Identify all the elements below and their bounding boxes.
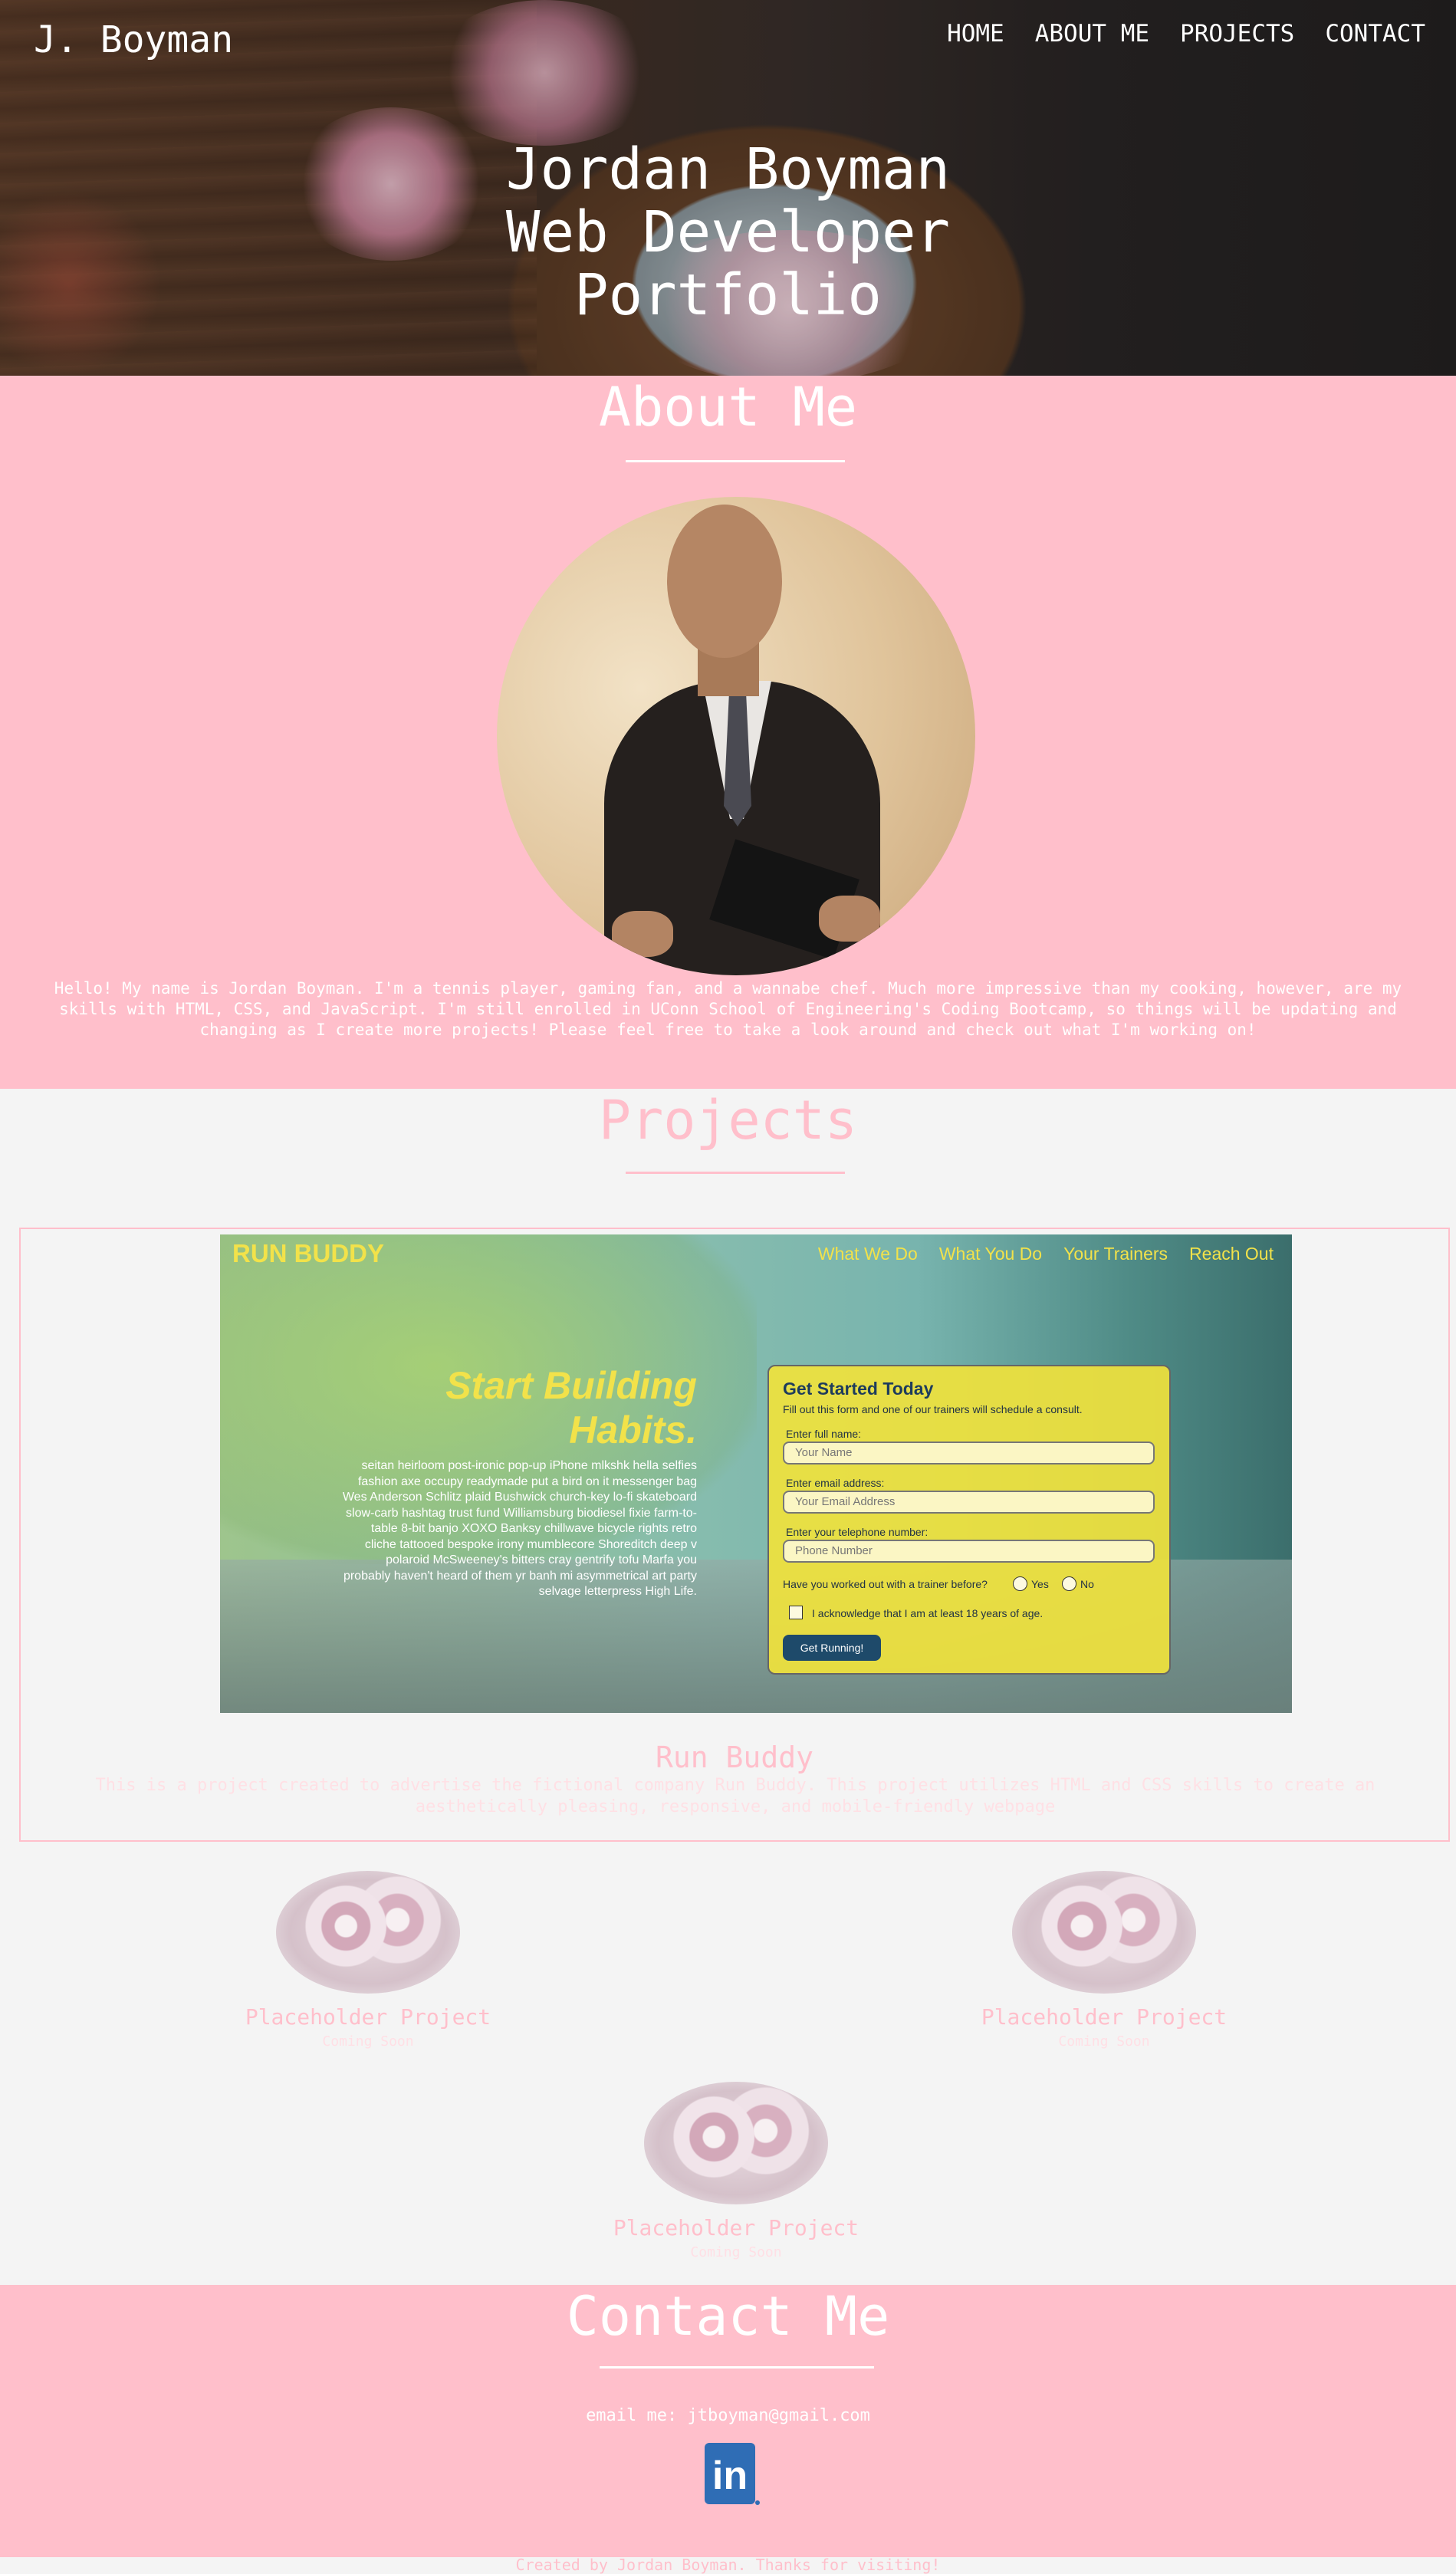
run-buddy-name-input: Your Name xyxy=(783,1442,1155,1465)
about-title: About Me xyxy=(598,376,858,439)
featured-project-name[interactable]: Run Buddy xyxy=(21,1741,1448,1774)
nav-contact[interactable]: CONTACT xyxy=(1325,20,1425,48)
run-buddy-trainer-question: Have you worked out with a trainer befor… xyxy=(783,1578,988,1590)
run-buddy-submit-button: Get Running! xyxy=(783,1635,881,1661)
contact-section: Contact Me email me: jtboyman@gmail.com … xyxy=(0,2285,1456,2557)
footer-text: Created by Jordan Boyman. Thanks for vis… xyxy=(515,2556,941,2574)
nav-about-me[interactable]: ABOUT ME xyxy=(1035,20,1149,48)
run-buddy-logo: RUN BUDDY xyxy=(232,1239,384,1267)
run-buddy-age-label: I acknowledge that I am at least 18 year… xyxy=(812,1607,1044,1619)
placeholder-project-subtitle: Coming Soon xyxy=(1058,2033,1150,2050)
hero-header: J. Boyman HOME ABOUT ME PROJECTS CONTACT… xyxy=(0,0,1456,376)
profile-photo xyxy=(497,497,975,975)
run-buddy-name-label: Enter full name: xyxy=(786,1428,862,1440)
email-link[interactable]: email me: jtboyman@gmail.com xyxy=(0,2406,1456,2425)
run-buddy-headline-line: Start Building xyxy=(445,1364,697,1407)
run-buddy-form: Get Started Today Fill out this form and… xyxy=(767,1365,1171,1675)
featured-project-card[interactable]: RUN BUDDY What We Do What You Do Your Tr… xyxy=(19,1228,1450,1842)
run-buddy-nav-item: Your Trainers xyxy=(1063,1244,1168,1264)
photo-head xyxy=(667,505,782,658)
placeholder-project-name: Placeholder Project xyxy=(613,2215,859,2240)
run-buddy-email-input: Your Email Address xyxy=(783,1491,1155,1514)
run-buddy-form-subtitle: Fill out this form and one of our traine… xyxy=(783,1403,1083,1415)
site-footer: Created by Jordan Boyman. Thanks for vis… xyxy=(0,2556,1456,2574)
placeholder-project-subtitle: Coming Soon xyxy=(690,2244,782,2260)
projects-title: Projects xyxy=(598,1089,858,1152)
hero-title: Jordan Boyman Web Developer Portfolio xyxy=(0,138,1456,327)
run-buddy-age-checkbox xyxy=(789,1606,803,1619)
main-nav: HOME ABOUT ME PROJECTS CONTACT xyxy=(947,20,1425,48)
run-buddy-radio-no-label: No xyxy=(1080,1578,1094,1590)
photo-hand xyxy=(612,911,673,957)
run-buddy-email-label: Enter email address: xyxy=(786,1477,885,1489)
placeholder-project-name: Placeholder Project xyxy=(981,2004,1228,2030)
hero-title-line: Web Developer xyxy=(505,199,951,265)
site-logo[interactable]: J. Boyman xyxy=(34,18,233,61)
nav-home[interactable]: HOME xyxy=(947,20,1004,48)
linkedin-glyph: in xyxy=(712,2454,748,2498)
run-buddy-radio-no xyxy=(1062,1576,1076,1591)
about-bio: Hello! My name is Jordan Boyman. I'm a t… xyxy=(54,979,1402,1039)
run-buddy-radio-yes xyxy=(1013,1576,1027,1591)
placeholder-project-image xyxy=(276,1871,460,1994)
placeholder-project-card[interactable]: Placeholder Project Coming Soon xyxy=(583,2082,889,2273)
nav-projects[interactable]: PROJECTS xyxy=(1180,20,1294,48)
about-section: About Me Hello! My name is Jordan Boyman… xyxy=(0,376,1456,1089)
about-divider xyxy=(626,460,845,462)
run-buddy-nav-item: What We Do xyxy=(817,1244,918,1264)
placeholder-project-card[interactable]: Placeholder Project Coming Soon xyxy=(215,1871,521,2063)
placeholder-project-image xyxy=(644,2082,828,2204)
run-buddy-screenshot[interactable]: RUN BUDDY What We Do What You Do Your Tr… xyxy=(220,1234,1292,1713)
linkedin-icon[interactable]: in xyxy=(705,2443,760,2506)
run-buddy-nav-item: What You Do xyxy=(938,1244,1043,1264)
run-buddy-copy: seitan heirloom post-ironic pop-up iPhon… xyxy=(342,1459,697,1598)
run-buddy-phone-label: Enter your telephone number: xyxy=(786,1526,928,1538)
photo-hand xyxy=(819,896,880,942)
placeholder-project-name: Placeholder Project xyxy=(245,2004,491,2030)
run-buddy-radio-yes-label: Yes xyxy=(1031,1578,1049,1590)
contact-divider xyxy=(600,2366,874,2369)
run-buddy-headline-line: Habits. xyxy=(569,1409,697,1451)
placeholder-project-subtitle: Coming Soon xyxy=(322,2033,414,2050)
projects-divider xyxy=(626,1172,845,1174)
placeholder-project-card[interactable]: Placeholder Project Coming Soon xyxy=(951,1871,1257,2063)
placeholder-project-image xyxy=(1012,1871,1196,1994)
hero-title-line: Portfolio xyxy=(574,262,882,328)
run-buddy-nav-item: Reach Out xyxy=(1189,1244,1274,1264)
run-buddy-headline: Start Building Habits. xyxy=(390,1363,697,1452)
run-buddy-nav: What We Do What You Do Your Trainers Rea… xyxy=(818,1244,1274,1264)
run-buddy-form-title: Get Started Today xyxy=(783,1379,934,1399)
hero-title-line: Jordan Boyman xyxy=(505,136,951,202)
run-buddy-phone-input: Phone Number xyxy=(783,1540,1155,1563)
featured-project-description: This is a project created to advertise t… xyxy=(95,1776,1375,1816)
contact-title: Contact Me xyxy=(566,2285,890,2348)
